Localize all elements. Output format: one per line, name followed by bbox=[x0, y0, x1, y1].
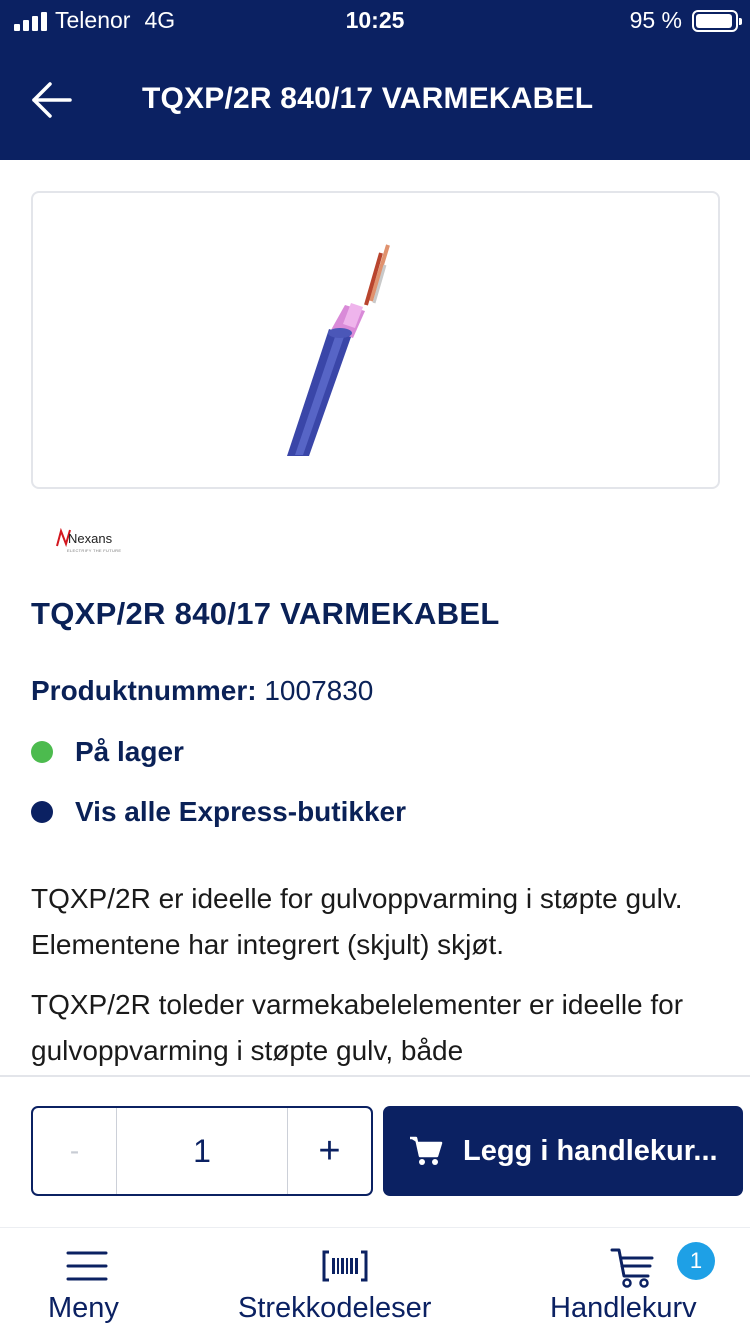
in-stock-dot-icon bbox=[31, 741, 53, 763]
product-title: TQXP/2R 840/17 VARMEKABEL bbox=[31, 596, 500, 631]
product-number-label: Produktnummer: bbox=[31, 675, 257, 706]
status-bar: Telenor 4G 10:25 95 % bbox=[0, 0, 750, 42]
stock-status: På lager bbox=[31, 732, 184, 772]
page-title: TQXP/2R 840/17 VARMEKABEL bbox=[142, 82, 594, 115]
decrease-quantity-button[interactable]: - bbox=[33, 1108, 117, 1194]
brand-name: Nexans bbox=[68, 531, 113, 546]
quantity-input[interactable]: 1 bbox=[117, 1108, 287, 1194]
tab-barcode-scanner[interactable]: Strekkodeleser bbox=[236, 1228, 466, 1334]
express-dot-icon bbox=[31, 801, 53, 823]
add-to-cart-button[interactable]: Legg i handlekur... bbox=[383, 1106, 743, 1196]
tab-barcode-scanner-label: Strekkodeleser bbox=[238, 1292, 432, 1324]
express-stores-label: Vis alle Express-butikker bbox=[75, 796, 406, 827]
product-image[interactable] bbox=[31, 191, 720, 489]
battery-icon bbox=[692, 9, 742, 32]
product-description-paragraph: TQXP/2R er ideelle for gulvoppvarming i … bbox=[31, 883, 683, 960]
status-bar-right: 95 % bbox=[629, 7, 742, 34]
quantity-stepper: - 1 + bbox=[31, 1106, 373, 1196]
cart-count-badge: 1 bbox=[677, 1242, 715, 1280]
brand-tagline: ELECTRIFY THE FUTURE bbox=[67, 548, 122, 553]
cart-icon bbox=[610, 1248, 654, 1288]
product-number-value: 1007830 bbox=[264, 675, 374, 706]
stock-status-label: På lager bbox=[75, 736, 184, 767]
barcode-icon bbox=[322, 1250, 368, 1282]
shopping-cart-icon bbox=[410, 1136, 443, 1165]
brand-logo: Nexans ELECTRIFY THE FUTURE bbox=[56, 528, 128, 558]
app-header: Telenor 4G 10:25 95 % TQXP/2R 840/17 VAR… bbox=[0, 0, 750, 160]
tab-shopping-cart[interactable]: Handlekurv 1 bbox=[548, 1228, 748, 1334]
increase-quantity-button[interactable]: + bbox=[287, 1108, 371, 1194]
product-description-paragraph: TQXP/2R toleder varmekabelelementer er i… bbox=[31, 989, 684, 1066]
tab-menu[interactable]: Meny bbox=[40, 1228, 150, 1334]
tab-menu-label: Meny bbox=[48, 1292, 119, 1324]
hamburger-icon bbox=[66, 1251, 108, 1281]
arrow-left-icon bbox=[32, 82, 72, 118]
tab-shopping-cart-label: Handlekurv bbox=[550, 1292, 697, 1324]
heating-cable-image bbox=[287, 244, 390, 456]
express-stores-link[interactable]: Vis alle Express-butikker bbox=[31, 792, 406, 832]
bottom-tab-bar: Meny Strekkodeleser Handlekurv 1 bbox=[0, 1227, 750, 1334]
product-number: Produktnummer: 1007830 bbox=[31, 675, 373, 707]
back-button[interactable] bbox=[28, 78, 76, 122]
add-to-cart-label: Legg i handlekur... bbox=[463, 1134, 718, 1167]
battery-percent: 95 % bbox=[629, 7, 682, 33]
